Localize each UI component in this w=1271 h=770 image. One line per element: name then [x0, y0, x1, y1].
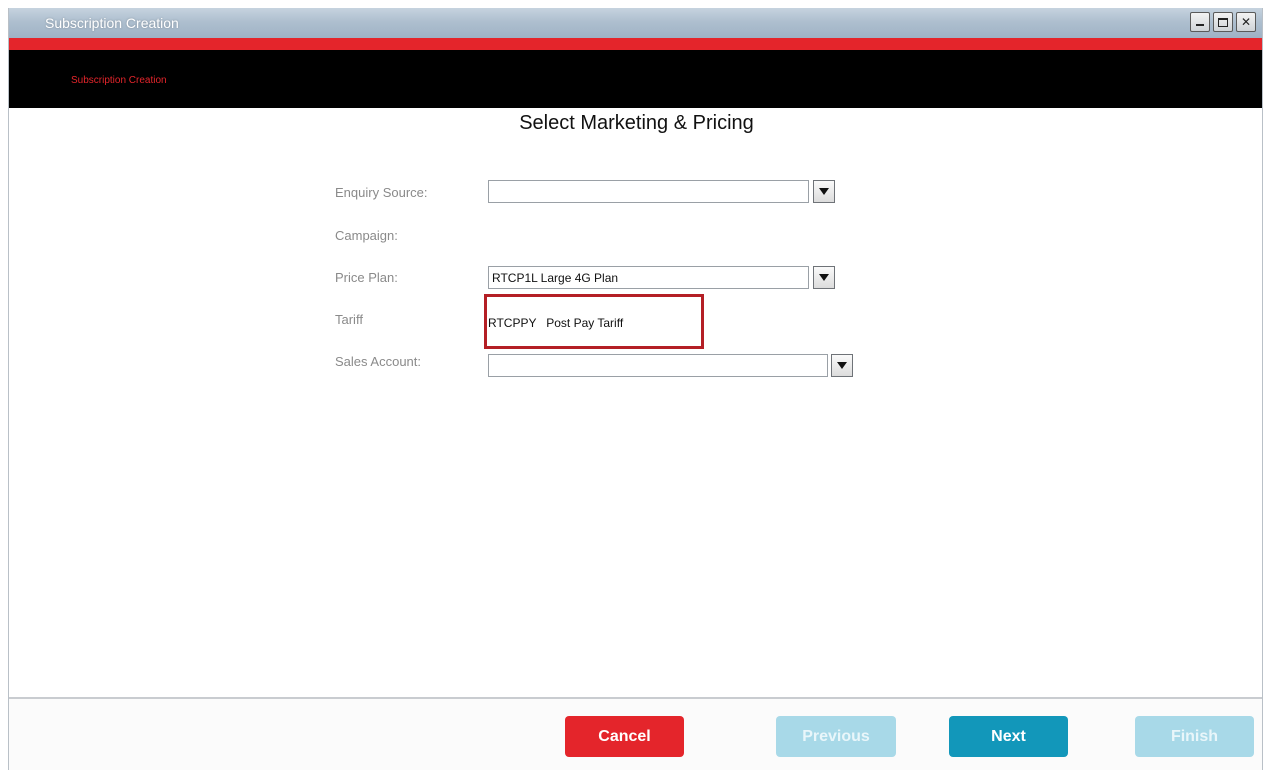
previous-button[interactable]: Previous	[776, 716, 896, 757]
footer-bar: Cancel Previous Next Finish	[9, 697, 1262, 770]
minimize-icon[interactable]	[1190, 12, 1210, 32]
next-button[interactable]: Next	[949, 716, 1068, 757]
header-banner: Subscription Creation	[9, 50, 1262, 108]
price-plan-combo[interactable]: RTCP1L Large 4G Plan	[488, 266, 835, 289]
page-title: Select Marketing & Pricing	[519, 112, 754, 134]
window-title: Subscription Creation	[45, 15, 179, 31]
subscription-window: Subscription Creation ✕ Subscription Cre…	[8, 8, 1263, 770]
sales-account-label: Sales Account:	[335, 354, 421, 369]
banner-title: Subscription Creation	[71, 75, 167, 86]
accent-strip	[9, 38, 1262, 50]
sales-account-dropdown-icon[interactable]	[831, 354, 853, 377]
cancel-button[interactable]: Cancel	[565, 716, 684, 757]
tariff-label: Tariff	[335, 312, 363, 327]
enquiry-source-combo[interactable]	[488, 180, 835, 203]
price-plan-field[interactable]: RTCP1L Large 4G Plan	[488, 266, 809, 289]
tariff-highlight-box	[484, 294, 704, 349]
campaign-label: Campaign:	[335, 228, 398, 243]
maximize-icon[interactable]	[1213, 12, 1233, 32]
price-plan-dropdown-icon[interactable]	[813, 266, 835, 289]
finish-button[interactable]: Finish	[1135, 716, 1254, 757]
sales-account-field[interactable]	[488, 354, 828, 377]
enquiry-source-field[interactable]	[488, 180, 809, 203]
enquiry-source-label: Enquiry Source:	[335, 185, 428, 200]
close-icon[interactable]: ✕	[1236, 12, 1256, 32]
window-controls: ✕	[1190, 12, 1256, 32]
enquiry-source-dropdown-icon[interactable]	[813, 180, 835, 203]
sales-account-combo[interactable]	[488, 354, 853, 377]
price-plan-label: Price Plan:	[335, 270, 398, 285]
title-bar[interactable]: Subscription Creation ✕	[9, 8, 1262, 38]
